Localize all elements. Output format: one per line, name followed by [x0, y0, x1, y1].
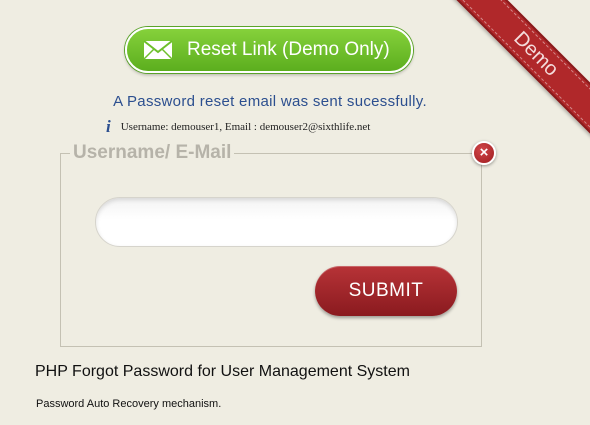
envelope-icon [143, 40, 173, 60]
close-icon[interactable]: × [472, 141, 496, 165]
form-legend: Username/ E-Mail [70, 142, 235, 164]
reset-form-box [60, 153, 482, 347]
status-message: A Password reset email was sent sucessfu… [113, 93, 427, 110]
footer-title: PHP Forgot Password for User Management … [35, 363, 410, 380]
reset-link-label: Reset Link (Demo Only) [187, 39, 390, 60]
demo-ribbon-label: Demo [509, 27, 563, 81]
reset-link-button[interactable]: Reset Link (Demo Only) [125, 27, 413, 73]
demo-ribbon: Demo [452, 0, 590, 138]
demo-credentials-text: Username: demouser1, Email : demouser2@s… [120, 121, 371, 133]
username-email-input[interactable] [95, 197, 458, 247]
submit-button[interactable]: SUBMIT [315, 266, 457, 316]
demo-credentials: i Username: demouser1, Email : demouser2… [106, 117, 371, 136]
info-icon: i [106, 117, 111, 136]
footer-subtitle: Password Auto Recovery mechanism. [36, 398, 222, 410]
